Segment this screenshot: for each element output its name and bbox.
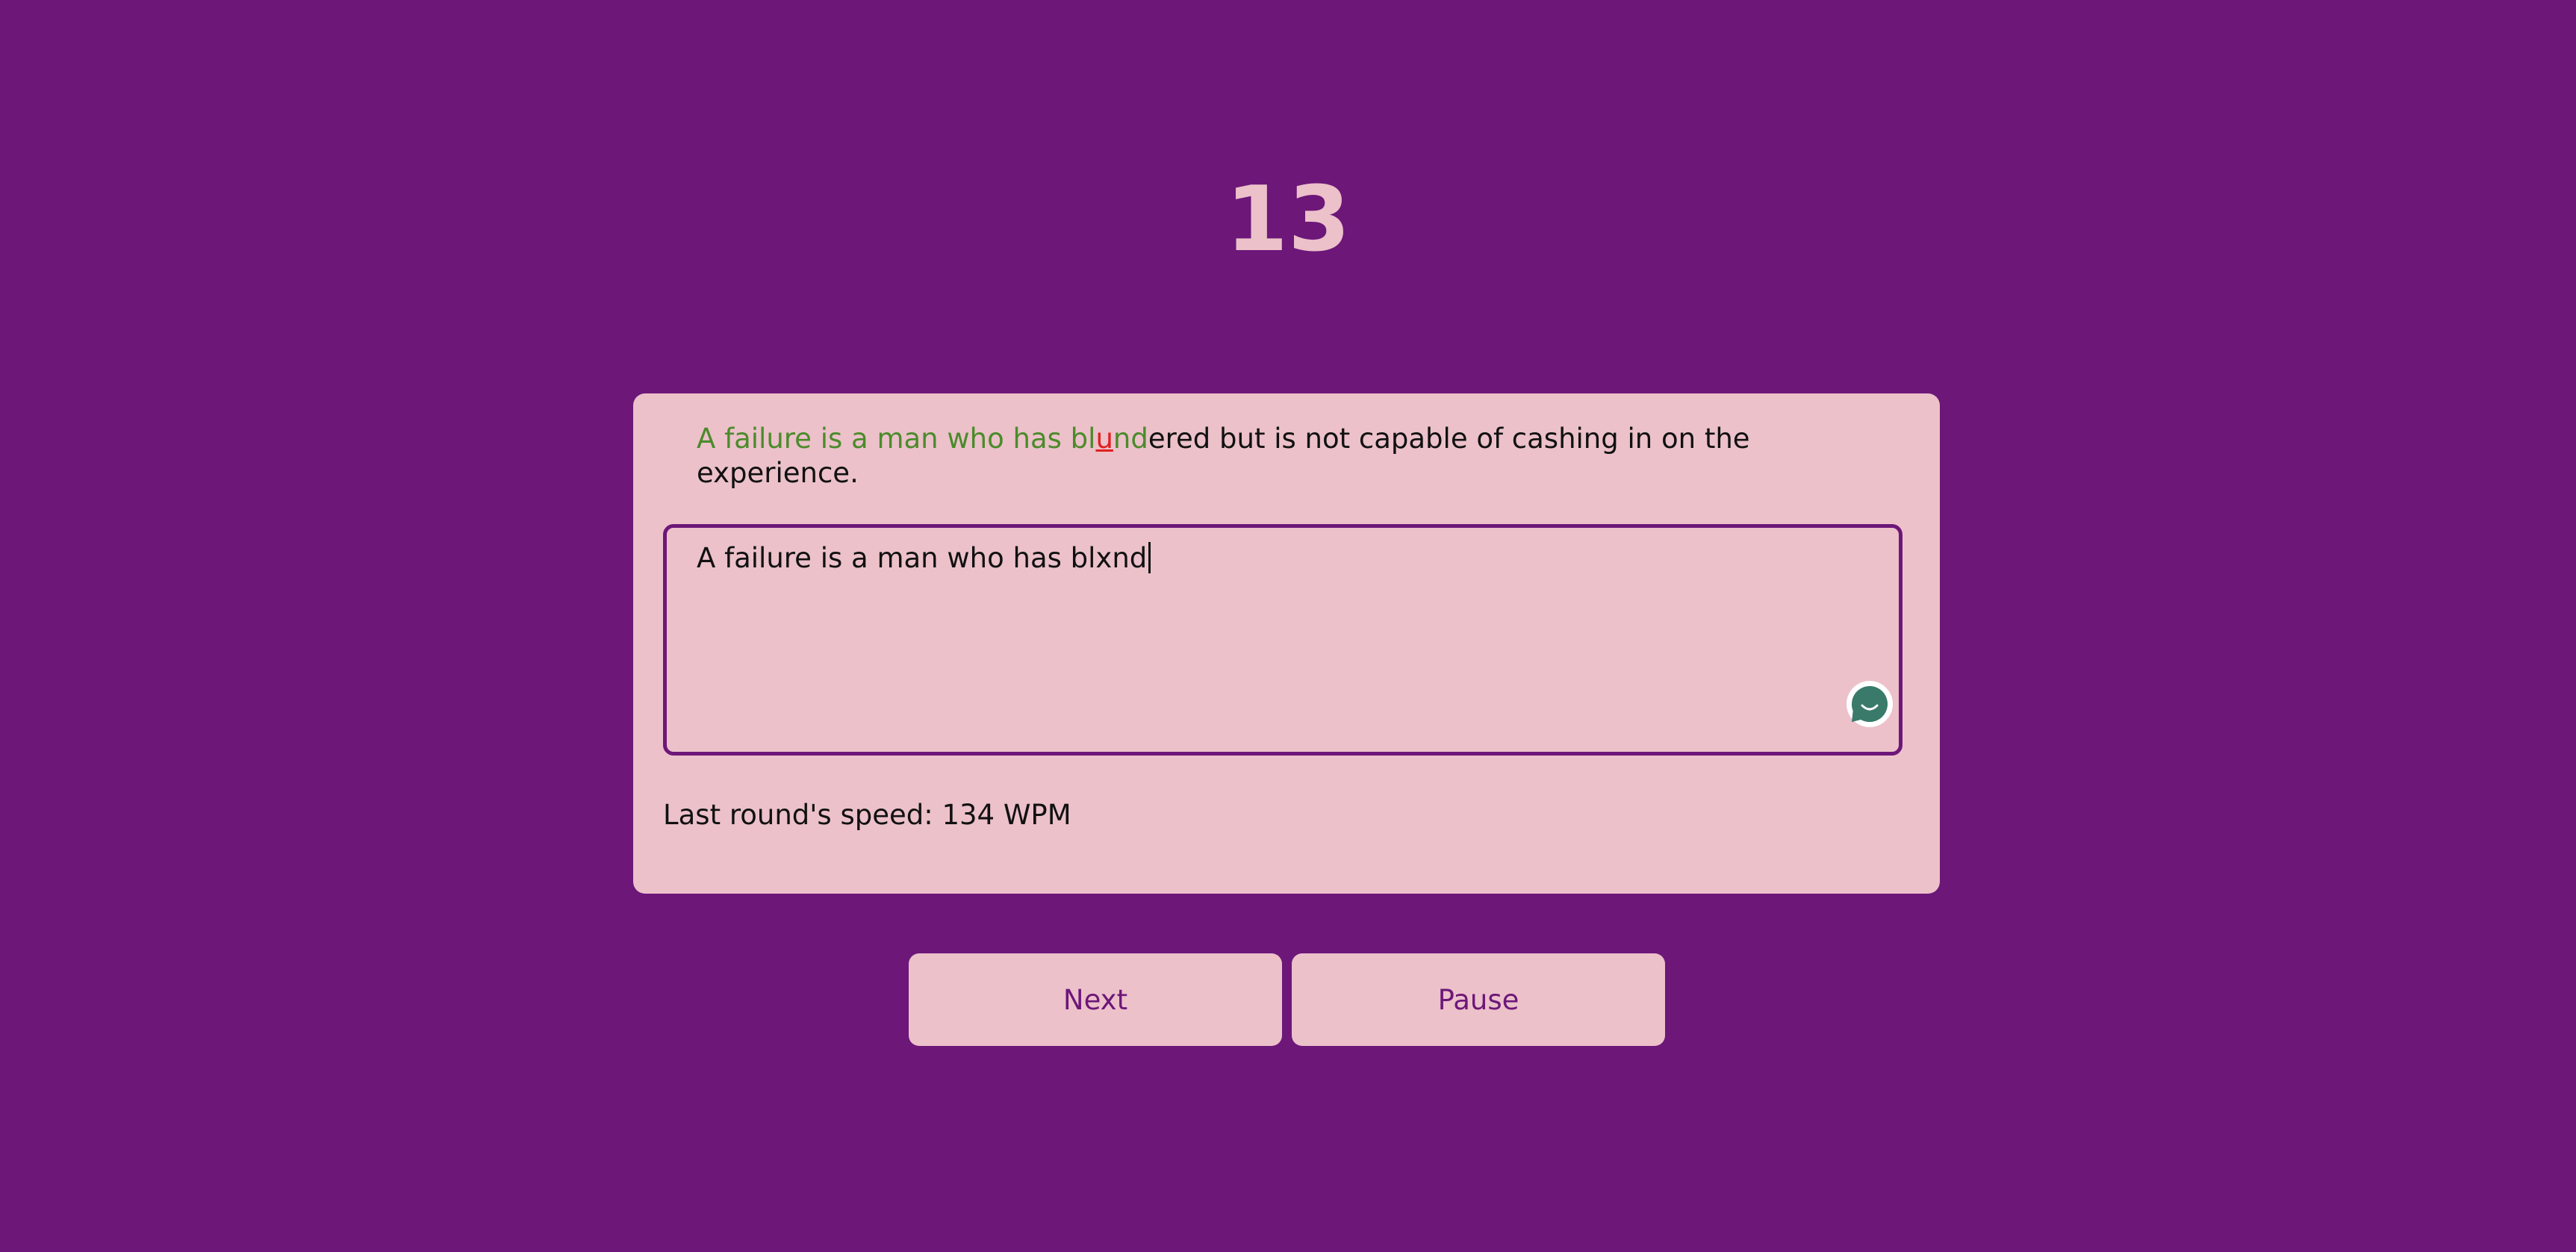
typing-input[interactable]: A failure is a man who has blxnd (663, 524, 1903, 756)
next-button[interactable]: Next (909, 953, 1282, 1046)
typed-text: A failure is a man who has blxnd (697, 541, 1151, 576)
last-round-speed: Last round's speed: 134 WPM (663, 799, 1071, 831)
prompt-error-char: u (1095, 423, 1113, 455)
prompt-correct-text: A failure is a man who has bl (697, 423, 1096, 455)
prompt-correct-after-error: nd (1113, 423, 1148, 455)
countdown-timer: 13 (1225, 168, 1351, 272)
typed-value: A failure is a man who has blxnd (697, 542, 1148, 574)
pause-button[interactable]: Pause (1292, 953, 1665, 1046)
text-caret (1148, 542, 1151, 573)
typing-card: A failure is a man who has blundered but… (633, 393, 1940, 894)
prompt-text: A failure is a man who has blundered but… (697, 422, 1772, 490)
chat-assistant-icon[interactable] (1847, 681, 1893, 727)
